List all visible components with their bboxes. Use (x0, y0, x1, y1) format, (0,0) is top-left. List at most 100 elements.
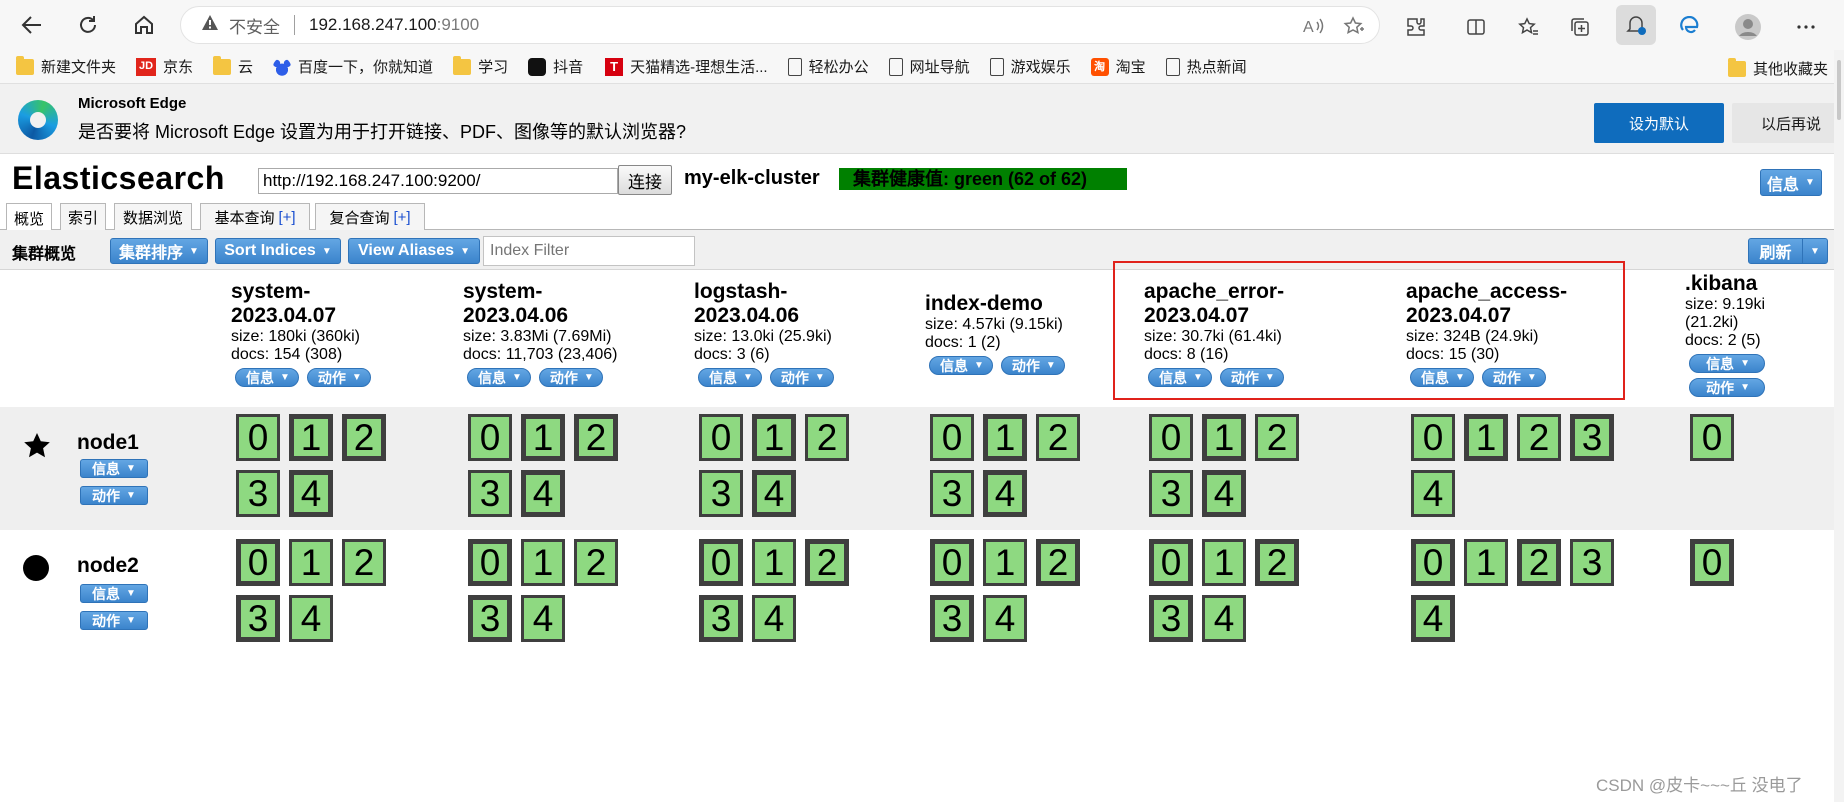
more-menu-icon[interactable] (1790, 11, 1822, 43)
notifications-bell-icon[interactable] (1616, 5, 1656, 45)
shard-box[interactable]: 2 (1255, 539, 1299, 586)
bookmark-item[interactable]: 轻松办公 (787, 56, 869, 77)
favorites-icon[interactable] (1512, 11, 1544, 43)
shard-box[interactable]: 4 (752, 470, 796, 517)
sort-indices-button[interactable]: Sort Indices ▼ (215, 238, 341, 264)
shard-box[interactable]: 3 (699, 595, 743, 642)
shard-box[interactable]: 3 (236, 470, 280, 517)
shard-box[interactable]: 2 (1517, 539, 1561, 586)
edge-bar-icon[interactable] (1674, 11, 1706, 43)
shard-box[interactable]: 3 (1149, 595, 1193, 642)
shard-box[interactable]: 4 (521, 470, 565, 517)
tab-overview[interactable]: 概览 (6, 203, 52, 232)
bookmark-item[interactable]: JD 京东 (136, 56, 193, 77)
cluster-sort-button[interactable]: 集群排序 ▼ (110, 238, 208, 264)
shard-box[interactable]: 0 (1411, 539, 1455, 586)
shard-box[interactable]: 4 (983, 470, 1027, 517)
shard-box[interactable]: 4 (289, 595, 333, 642)
index-info-pill[interactable]: 信息 ▼ (1689, 354, 1766, 373)
node-info-pill[interactable]: 信息 ▼ (80, 459, 148, 478)
shard-box[interactable]: 0 (236, 414, 280, 461)
connect-button[interactable]: 连接 (618, 165, 672, 195)
index-action-pill[interactable]: 动作 ▼ (1689, 378, 1766, 397)
shard-box[interactable]: 1 (1202, 414, 1246, 461)
index-action-pill[interactable]: 动作 ▼ (1219, 368, 1284, 387)
shard-box[interactable]: 3 (468, 595, 512, 642)
shard-box[interactable]: 3 (930, 470, 974, 517)
shard-box[interactable]: 2 (342, 539, 386, 586)
shard-box[interactable]: 1 (1464, 539, 1508, 586)
bookmark-item[interactable]: 淘淘宝 (1090, 56, 1146, 77)
index-action-pill[interactable]: 动作 ▼ (1481, 368, 1546, 387)
reload-icon[interactable] (72, 9, 104, 41)
shard-box[interactable]: 2 (1255, 414, 1299, 461)
index-info-pill[interactable]: 信息 ▼ (929, 356, 993, 375)
shard-box[interactable]: 4 (1202, 470, 1246, 517)
refresh-button[interactable]: 刷新 ▼ (1748, 238, 1828, 264)
shard-box[interactable]: 4 (1411, 470, 1455, 517)
shard-box[interactable]: 3 (699, 470, 743, 517)
home-icon[interactable] (128, 9, 160, 41)
shard-box[interactable]: 0 (468, 539, 512, 586)
shard-box[interactable]: 0 (1149, 414, 1193, 461)
shard-box[interactable]: 1 (289, 539, 333, 586)
bookmark-item[interactable]: 学习 (453, 55, 508, 77)
shard-box[interactable]: 3 (930, 595, 974, 642)
tab-browser[interactable]: 数据浏览 (114, 203, 192, 231)
shard-box[interactable]: 1 (983, 414, 1027, 461)
shard-box[interactable]: 2 (574, 539, 618, 586)
chevron-down-icon[interactable]: ▼ (1803, 246, 1827, 257)
later-button[interactable]: 以后再说 (1732, 103, 1844, 143)
shard-box[interactable]: 0 (1411, 414, 1455, 461)
shard-box[interactable]: 3 (1570, 414, 1614, 461)
shard-box[interactable]: 4 (521, 595, 565, 642)
index-info-pill[interactable]: 信息 ▼ (235, 368, 299, 387)
shard-box[interactable]: 2 (1036, 414, 1080, 461)
index-action-pill[interactable]: 动作 ▼ (538, 368, 603, 387)
shard-box[interactable]: 0 (1149, 539, 1193, 586)
bookmark-item[interactable]: 新建文件夹 (16, 55, 116, 77)
info-dropdown-button[interactable]: 信息 ▼ (1760, 169, 1822, 196)
shard-box[interactable]: 1 (521, 539, 565, 586)
bookmark-other-favorites[interactable]: 其他收藏夹 (1727, 57, 1828, 79)
favorite-star-add-icon[interactable] (1343, 16, 1365, 41)
index-action-pill[interactable]: 动作 ▼ (306, 368, 371, 387)
bookmark-item[interactable]: 网址导航 (888, 56, 970, 77)
bookmark-item[interactable]: 百度一下，你就知道 (273, 56, 433, 77)
shard-box[interactable]: 3 (236, 595, 280, 642)
shard-box[interactable]: 4 (1411, 595, 1455, 642)
shard-box[interactable]: 2 (1517, 414, 1561, 461)
shard-box[interactable]: 2 (342, 414, 386, 461)
bookmark-item[interactable]: 游戏娱乐 (989, 56, 1071, 77)
shard-box[interactable]: 1 (752, 539, 796, 586)
index-filter-input[interactable] (483, 236, 695, 266)
set-default-button[interactable]: 设为默认 (1594, 103, 1724, 143)
shard-box[interactable]: 4 (983, 595, 1027, 642)
tab-complex-query[interactable]: 复合查询 [+] (315, 203, 425, 231)
index-info-pill[interactable]: 信息 ▼ (467, 368, 531, 387)
extensions-icon[interactable] (1400, 11, 1432, 43)
bookmark-item[interactable]: 抖音 (528, 56, 583, 77)
address-bar[interactable]: 不安全 192.168.247.100 :9100 A (180, 6, 1380, 44)
shard-box[interactable]: 0 (930, 414, 974, 461)
collections-icon[interactable] (1564, 11, 1596, 43)
tab-basic-query[interactable]: 基本查询 [+] (200, 203, 310, 231)
view-aliases-button[interactable]: View Aliases ▼ (348, 238, 480, 264)
shard-box[interactable]: 4 (289, 470, 333, 517)
profile-avatar[interactable] (1732, 11, 1764, 43)
shard-box[interactable]: 2 (1036, 539, 1080, 586)
shard-box[interactable]: 2 (805, 539, 849, 586)
shard-box[interactable]: 3 (1149, 470, 1193, 517)
shard-box[interactable]: 0 (1690, 539, 1734, 586)
split-screen-icon[interactable] (1460, 11, 1492, 43)
shard-box[interactable]: 2 (805, 414, 849, 461)
index-info-pill[interactable]: 信息 ▼ (1148, 368, 1212, 387)
index-action-pill[interactable]: 动作 ▼ (1000, 356, 1065, 375)
shard-box[interactable]: 0 (699, 539, 743, 586)
shard-box[interactable]: 1 (1202, 539, 1246, 586)
index-info-pill[interactable]: 信息 ▼ (1410, 368, 1474, 387)
index-action-pill[interactable]: 动作 ▼ (769, 368, 834, 387)
index-info-pill[interactable]: 信息 ▼ (698, 368, 762, 387)
read-aloud-icon[interactable]: A (1303, 16, 1325, 41)
shard-box[interactable]: 4 (752, 595, 796, 642)
